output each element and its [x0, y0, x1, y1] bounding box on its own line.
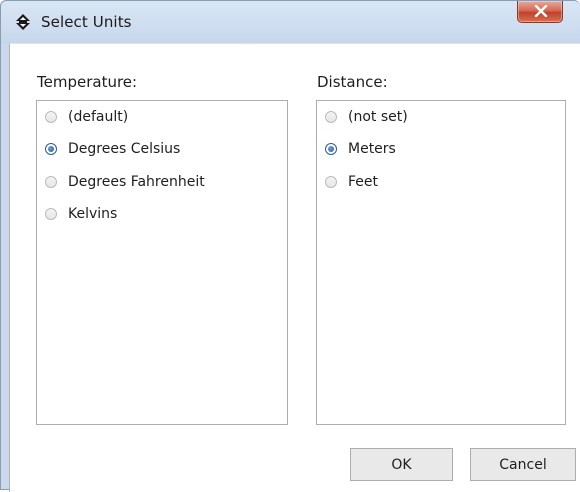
- radio-checked-icon[interactable]: [45, 143, 57, 155]
- option-label: Degrees Celsius: [68, 141, 181, 157]
- option-label: Degrees Fahrenheit: [68, 174, 205, 190]
- radio-unchecked-icon[interactable]: [45, 208, 57, 220]
- distance-option-feet[interactable]: Feet: [317, 170, 378, 194]
- temperature-listbox[interactable]: (default) Degrees Celsius Degrees Fahren…: [36, 100, 288, 425]
- option-label: (not set): [348, 109, 408, 125]
- radio-checked-icon[interactable]: [325, 143, 337, 155]
- option-label: Kelvins: [68, 206, 118, 222]
- select-units-dialog: Select Units Temperature: (default) Degr…: [0, 0, 580, 492]
- distance-label: Distance:: [317, 73, 388, 91]
- option-label: (default): [68, 109, 129, 125]
- option-label: Meters: [348, 141, 396, 157]
- temperature-option-default[interactable]: (default): [37, 105, 128, 129]
- ok-button[interactable]: OK: [350, 448, 453, 481]
- distance-listbox[interactable]: (not set) Meters Feet: [316, 100, 566, 425]
- option-label: Feet: [348, 174, 379, 190]
- radio-unchecked-icon[interactable]: [45, 111, 57, 123]
- temperature-option-celsius[interactable]: Degrees Celsius: [37, 137, 180, 161]
- radio-unchecked-icon[interactable]: [45, 176, 57, 188]
- dialog-body: Temperature: (default) Degrees Celsius D…: [9, 43, 580, 492]
- title-bar[interactable]: Select Units: [1, 1, 580, 43]
- distance-option-meters[interactable]: Meters: [317, 137, 396, 161]
- app-diamond-icon: [15, 14, 31, 30]
- window-title: Select Units: [41, 13, 132, 31]
- temperature-label: Temperature:: [37, 73, 138, 91]
- temperature-option-kelvins[interactable]: Kelvins: [37, 202, 117, 226]
- cancel-button[interactable]: Cancel: [470, 448, 576, 481]
- radio-unchecked-icon[interactable]: [325, 176, 337, 188]
- close-button[interactable]: [517, 1, 563, 23]
- temperature-option-fahrenheit[interactable]: Degrees Fahrenheit: [37, 170, 205, 194]
- close-icon: [534, 5, 548, 17]
- distance-option-not-set[interactable]: (not set): [317, 105, 408, 129]
- radio-unchecked-icon[interactable]: [325, 111, 337, 123]
